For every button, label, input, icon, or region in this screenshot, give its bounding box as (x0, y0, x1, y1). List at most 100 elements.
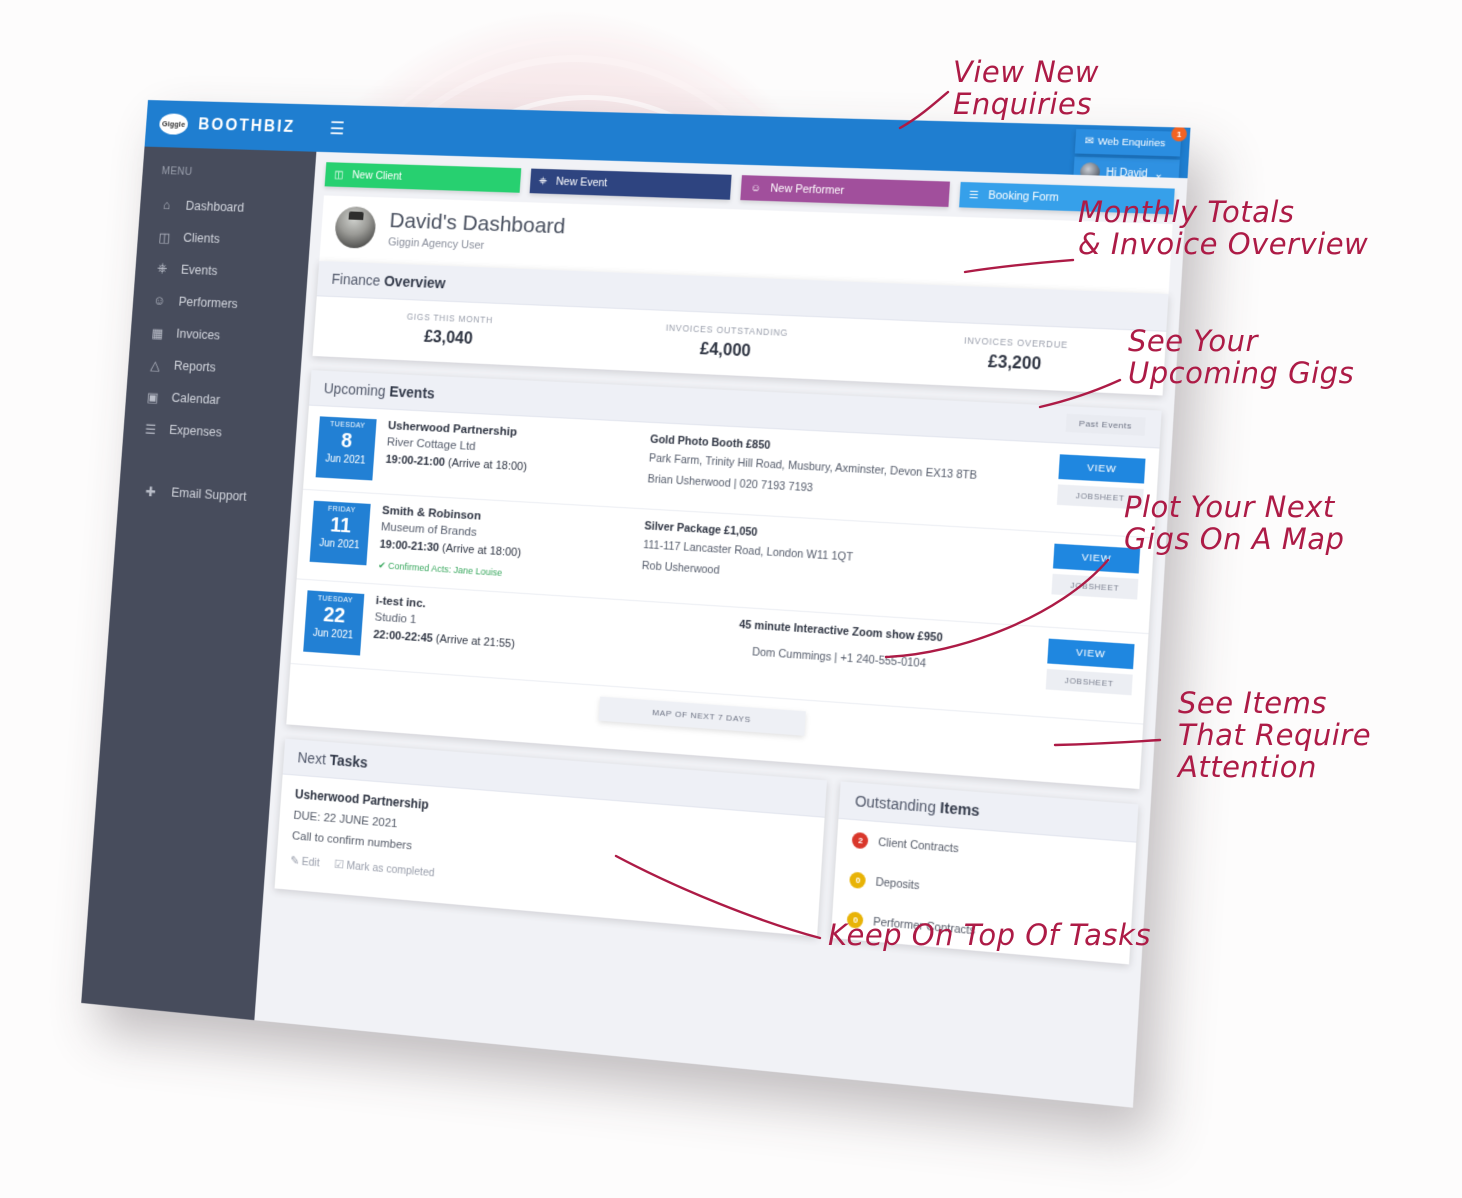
event-day: 11 (329, 513, 352, 538)
event-details: Silver Package £1,050 111-117 Lancaster … (632, 519, 1054, 613)
chart-line-icon: △ (149, 357, 161, 373)
sidebar-item-label: Clients (182, 230, 221, 247)
new-client-button[interactable]: ◫ New Client (324, 162, 521, 193)
action-label: New Event (555, 175, 608, 190)
next-tasks-panel: Next Tasks Usherwood Partnership DUE: 22… (274, 738, 828, 937)
lifebuoy-icon: ✚ (144, 484, 156, 500)
web-enquiries-badge: 1 (1170, 126, 1188, 142)
event-summary: Usherwood Partnership River Cottage Ltd … (372, 419, 642, 495)
event-date-badge: TUESDAY 8 Jun 2021 (315, 416, 377, 481)
tasks-title-prefix: Next (297, 748, 331, 768)
action-label: Booking Form (987, 189, 1060, 205)
event-arrival: (Arrive at 21:55) (432, 632, 516, 651)
event-arrival: (Arrive at 18:00) (438, 542, 522, 560)
web-enquiries-label: Web Enquiries (1097, 135, 1166, 150)
task-complete-label: Mark as completed (345, 859, 435, 880)
person-icon: ☺ (153, 293, 167, 308)
stat-value: £3,200 (987, 353, 1042, 374)
event-details: 45 minute Interactive Zoom show £950 Dom… (626, 611, 1048, 703)
sidebar-item-label: Expenses (168, 422, 223, 440)
task-complete-button[interactable]: ☑ Mark as completed (334, 858, 435, 879)
sidebar-item-label: Invoices (175, 326, 221, 343)
outstanding-title-prefix: Outstanding (854, 792, 941, 817)
stat-value: £3,040 (423, 328, 474, 348)
sidebar-item-label: Events (180, 262, 218, 279)
person-icon: ☺ (750, 182, 762, 194)
annotation-view-new-enquiries: View New Enquiries (953, 55, 1099, 121)
event-month: Jun 2021 (324, 453, 366, 467)
contact-card-icon: ◫ (333, 168, 344, 181)
stat-invoices-overdue: INVOICES OVERDUE £3,200 (868, 331, 1166, 380)
annotation-monthly-totals: Monthly Totals & Invoice Overview (1078, 195, 1369, 261)
view-button[interactable]: VIEW (1058, 454, 1146, 484)
event-summary: Smith & Robinson Museum of Brands 19:00-… (366, 504, 637, 587)
annotation-keep-on-top-tasks: Keep On Top Of Tasks (828, 918, 1151, 952)
action-label: New Performer (769, 182, 845, 198)
sidebar-item-label: Email Support (170, 485, 248, 504)
new-event-button[interactable]: ⎈ New Event (529, 168, 732, 200)
upcoming-events-panel: Upcoming Events Past Events TUESDAY 8 Ju… (286, 370, 1162, 790)
annotation-items-attention: See Items That Require Attention (1178, 686, 1372, 784)
checkbox-icon: ☑ (333, 858, 344, 872)
stat-gigs-this-month: GIGS THIS MONTH £3,040 (314, 307, 587, 354)
sidebar-item-email-support[interactable]: ✚ Email Support (118, 473, 293, 515)
event-summary: i-test inc. Studio 1 22:00-22:45 (Arrive… (360, 594, 631, 674)
annotation-plot-on-map: Plot Your Next Gigs On A Map (1124, 490, 1345, 556)
events-title-bold: Events (388, 383, 436, 402)
outstanding-item-label: Client Contracts (877, 835, 959, 856)
event-day: 8 (340, 429, 353, 453)
jobsheet-button[interactable]: JOBSHEET (1051, 573, 1139, 600)
envelope-icon: ✉ (1084, 135, 1094, 148)
finance-title-bold: Overview (383, 272, 447, 292)
stat-invoices-outstanding: INVOICES OUTSTANDING £4,000 (585, 319, 870, 367)
count-badge: 2 (852, 831, 870, 850)
past-events-button[interactable]: Past Events (1065, 413, 1146, 436)
page-title: David's Dashboard (388, 208, 567, 239)
calendar-icon: ▣ (146, 389, 159, 405)
events-title-prefix: Upcoming (323, 379, 390, 400)
event-arrival: (Arrive at 18:00) (444, 456, 528, 474)
event-month: Jun 2021 (318, 537, 360, 552)
app-body: MENU ⌂ Dashboard ◫ Clients ⎈ Events ☺ Pe… (81, 146, 1188, 1108)
view-button[interactable]: VIEW (1047, 638, 1135, 670)
pencil-icon: ✎ (289, 854, 300, 868)
web-enquiries-button[interactable]: ✉ Web Enquiries 1 (1075, 126, 1188, 157)
brand-logo[interactable]: Giggle BOOTHBIZ (146, 113, 319, 139)
stat-value: £4,000 (699, 340, 752, 361)
receipt-icon: ☰ (144, 421, 157, 437)
map-of-next-7-days-button[interactable]: MAP OF NEXT 7 DAYS (598, 696, 807, 736)
promo-screenshot: Giggle BOOTHBIZ ☰ ✉ Web Enquiries 1 Hi D… (0, 0, 1462, 1198)
sidebar-item-label: Reports (173, 358, 217, 375)
contact-card-icon: ◫ (158, 230, 171, 245)
microphone-icon: ⎈ (538, 175, 548, 188)
event-date-badge: FRIDAY 11 Jun 2021 (309, 500, 371, 566)
perspective-wrapper: Giggle BOOTHBIZ ☰ ✉ Web Enquiries 1 Hi D… (0, 0, 1462, 1198)
finance-title-prefix: Finance (331, 270, 385, 289)
sidebar-item-label: Performers (178, 294, 239, 312)
event-actions: VIEW JOBSHEET (1045, 638, 1135, 710)
form-lines-icon: ☰ (968, 189, 979, 202)
avatar (333, 205, 377, 249)
page-subtitle: Giggin Agency User (387, 236, 485, 252)
event-time-range: 19:00-21:00 (385, 453, 446, 470)
giggle-logo-icon: Giggle (158, 113, 189, 135)
new-performer-button[interactable]: ☺ New Performer (740, 175, 950, 207)
jobsheet-button[interactable]: JOBSHEET (1045, 668, 1133, 696)
event-date-badge: TUESDAY 22 Jun 2021 (303, 590, 365, 656)
microphone-icon: ⎈ (156, 261, 168, 276)
task-edit-button[interactable]: ✎ Edit (290, 855, 320, 870)
event-time-range: 22:00-22:45 (372, 628, 434, 646)
app-window: Giggle BOOTHBIZ ☰ ✉ Web Enquiries 1 Hi D… (81, 100, 1191, 1108)
brand-name: BOOTHBIZ (197, 115, 296, 136)
event-details: Gold Photo Booth £850 Park Farm, Trinity… (638, 433, 1060, 519)
sidebar-item-label: Dashboard (185, 198, 245, 215)
hamburger-icon[interactable]: ☰ (329, 118, 345, 139)
task-edit-label: Edit (301, 855, 320, 870)
action-label: New Client (351, 169, 403, 183)
event-day: 22 (322, 603, 346, 628)
outstanding-item-label: Deposits (875, 875, 920, 892)
sidebar-item-label: Calendar (171, 390, 221, 408)
main-content: ◫ New Client ⎈ New Event ☺ New Performer… (254, 151, 1188, 1108)
home-icon: ⌂ (162, 197, 171, 213)
invoice-icon: ▦ (151, 325, 164, 341)
